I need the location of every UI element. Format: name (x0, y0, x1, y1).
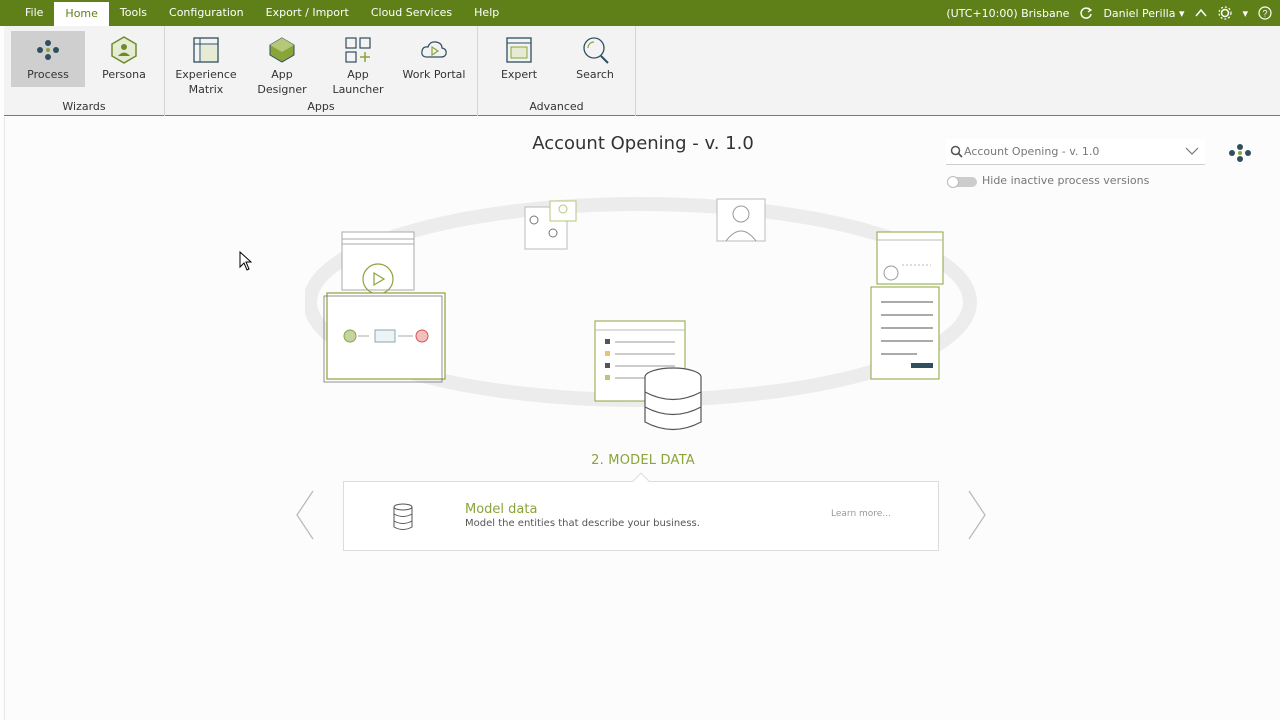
expert-button[interactable]: Expert (482, 31, 556, 87)
work-portal-label: Work Portal (402, 68, 466, 81)
step-performers-illustration[interactable] (716, 198, 766, 242)
app-designer-label: App Designer (257, 68, 307, 96)
card-title[interactable]: Model data (465, 502, 537, 517)
menu-bar: File Home Tools Configuration Export / I… (0, 0, 1280, 26)
magnifier-icon (583, 37, 609, 64)
ribbon: Process Persona Wizards Experience Matri… (4, 26, 1280, 116)
search-button[interactable]: Search (558, 31, 632, 87)
menu-export-import[interactable]: Export / Import (255, 0, 360, 26)
process-version-select[interactable]: Account Opening - v. 1.0 (946, 139, 1205, 165)
settings-gear-icon[interactable] (1218, 6, 1233, 20)
collapse-ribbon-icon[interactable] (1194, 6, 1208, 20)
app-launcher-icon (345, 37, 371, 63)
step-info-card: Model data Model the entities that descr… (343, 472, 939, 551)
ribbon-group-apps: Experience Matrix App Designer App Launc… (165, 26, 478, 116)
menu-tools[interactable]: Tools (109, 0, 158, 26)
ribbon-group-advanced: Expert Search Advanced (478, 26, 636, 116)
ribbon-group-wizards: Process Persona Wizards (4, 26, 165, 116)
main-content: Account Opening - v. 1.0 Account Opening… (4, 117, 1280, 720)
experience-matrix-label: Experience Matrix (175, 68, 237, 96)
app-launcher-button[interactable]: App Launcher (321, 31, 395, 96)
expert-icon (506, 37, 532, 63)
user-name: Daniel Perilla (1103, 6, 1176, 20)
refresh-icon[interactable] (1079, 6, 1093, 20)
apps-group-label: Apps (307, 100, 335, 113)
user-dropdown-icon: ▾ (1178, 6, 1185, 20)
experience-matrix-button[interactable]: Experience Matrix (169, 31, 243, 96)
current-step-label: 2. MODEL DATA (591, 453, 695, 468)
database-icon (393, 503, 413, 530)
step-model-process-illustration[interactable] (323, 231, 446, 383)
expert-label: Expert (500, 68, 538, 81)
app-designer-button[interactable]: App Designer (245, 31, 319, 96)
process-wizard-button[interactable]: Process (11, 31, 85, 87)
step-business-rules-illustration[interactable] (524, 200, 577, 250)
work-portal-button[interactable]: Work Portal (397, 31, 471, 87)
menu-configuration[interactable]: Configuration (158, 0, 255, 26)
menu-help[interactable]: Help (463, 0, 510, 26)
app-designer-icon (269, 37, 295, 63)
persona-icon (111, 36, 137, 64)
learn-more-link[interactable]: Learn more... (831, 509, 891, 519)
chevron-down-icon[interactable] (1185, 145, 1199, 157)
process-icon (37, 40, 59, 60)
work-portal-cloud-icon (421, 41, 447, 58)
timezone-label[interactable]: (UTC+10:00) Brisbane (946, 7, 1069, 20)
process-version-value: Account Opening - v. 1.0 (964, 145, 1100, 158)
settings-dropdown-icon[interactable]: ▾ (1242, 7, 1248, 20)
menu-cloud-services[interactable]: Cloud Services (360, 0, 463, 26)
step-model-data-illustration[interactable] (594, 320, 702, 431)
user-menu[interactable]: Daniel Perilla ▾ (1103, 7, 1184, 20)
menu-file[interactable]: File (14, 0, 54, 26)
experience-matrix-icon (193, 37, 219, 63)
hide-inactive-label: Hide inactive process versions (982, 174, 1150, 187)
persona-wizard-button[interactable]: Persona (87, 31, 161, 87)
process-label: Process (27, 68, 69, 81)
process-wizard-logo-icon[interactable] (1227, 143, 1253, 163)
card-description: Model the entities that describe your bu… (465, 518, 700, 529)
app-launcher-label: App Launcher (332, 68, 384, 96)
wizards-group-label: Wizards (62, 100, 106, 113)
advanced-group-label: Advanced (529, 100, 584, 113)
previous-step-chevron-icon[interactable] (293, 489, 317, 541)
menu-home[interactable]: Home (54, 2, 109, 26)
persona-label: Persona (102, 68, 146, 81)
hide-inactive-toggle[interactable] (947, 176, 977, 188)
search-label: Search (576, 68, 614, 81)
search-icon (950, 145, 963, 158)
next-step-chevron-icon[interactable] (965, 489, 989, 541)
svg-text:?: ? (1262, 9, 1267, 19)
help-icon[interactable]: ? (1258, 6, 1272, 20)
step-user-interface-illustration[interactable] (870, 231, 944, 380)
mouse-cursor-icon (239, 251, 252, 271)
menu-right-area: (UTC+10:00) Brisbane Daniel Perilla ▾ ▾ … (946, 0, 1272, 26)
